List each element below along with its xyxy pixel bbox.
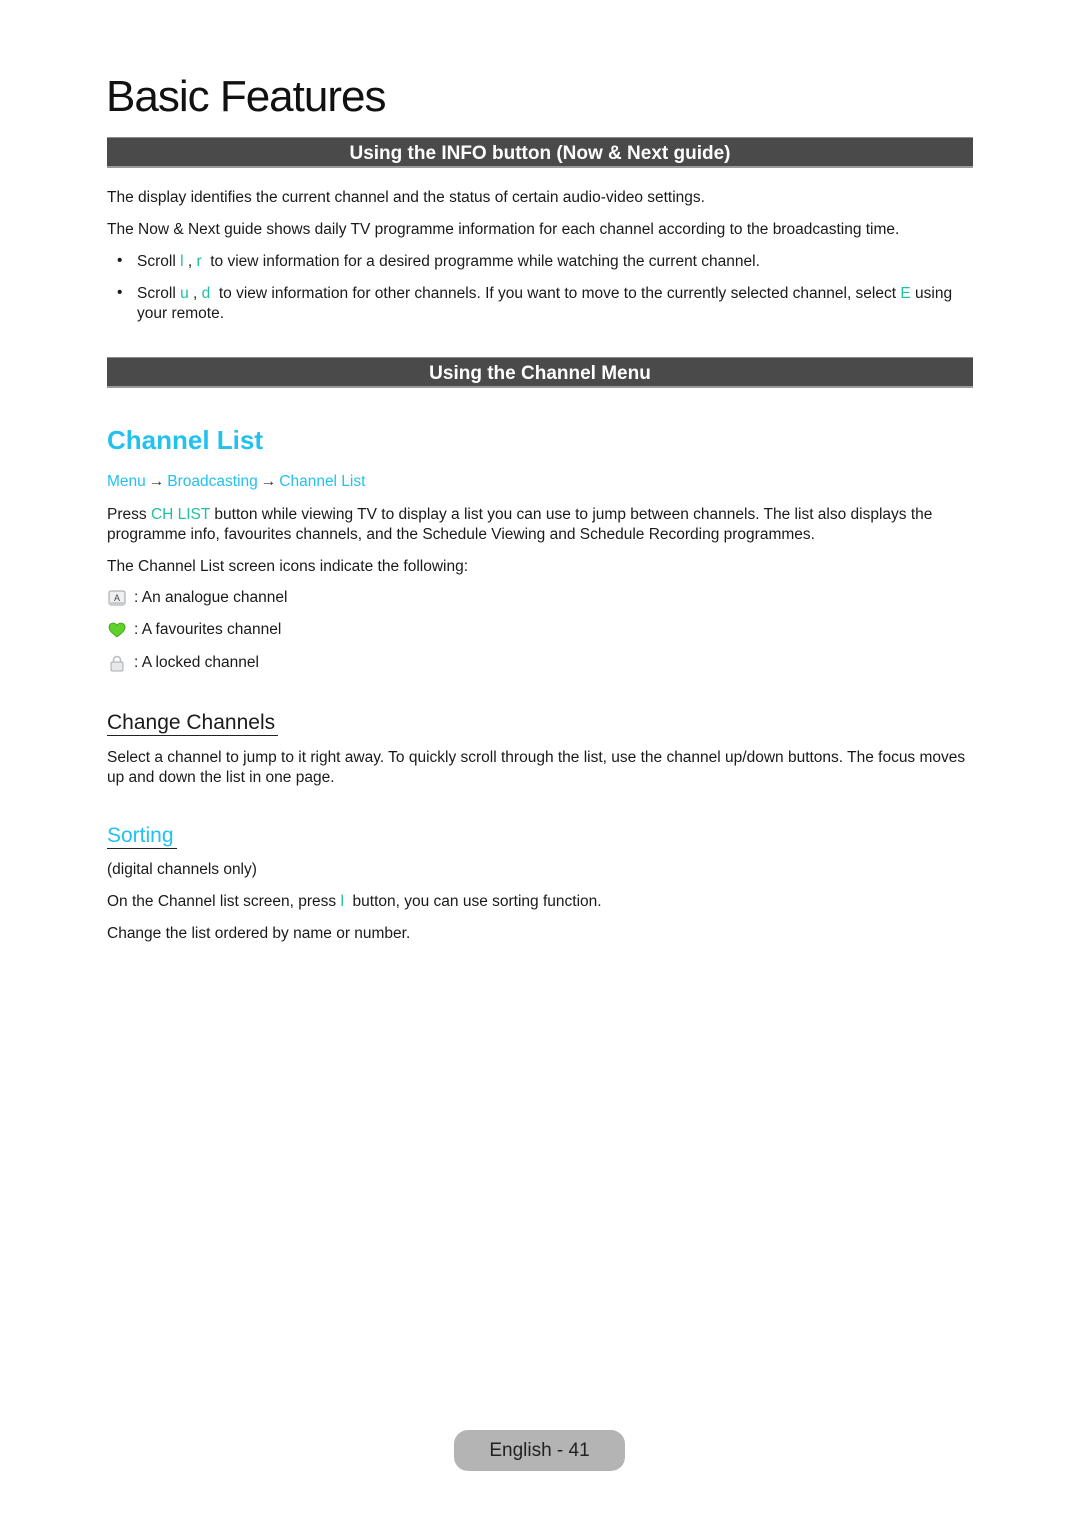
change-channels-heading: Change Channels [107, 711, 279, 736]
page-number-badge: English - 41 [454, 1430, 625, 1471]
separator: , [188, 285, 202, 302]
bullet-text: Scroll [137, 285, 181, 302]
icon-legend-label: : A favourites channel [134, 621, 282, 638]
lock-icon [108, 654, 126, 672]
text: Press [107, 506, 151, 523]
arrow-right-icon: → [260, 473, 277, 490]
icon-legend-label: : A locked channel [134, 654, 259, 671]
breadcrumb: Menu → Broadcasting → Channel List [107, 473, 365, 491]
text: On the Channel list screen, press [107, 893, 341, 910]
icon-legend-analogue: A : An analogue channel [108, 589, 287, 607]
svg-text:A: A [114, 593, 120, 603]
separator: , [183, 253, 197, 270]
icons-intro: The Channel List screen icons indicate t… [107, 558, 469, 575]
info-bullet-1: Scroll l , r to view information for a d… [137, 252, 977, 272]
page-title: Basic Features [106, 72, 386, 121]
info-paragraph-1: The display identifies the current chann… [107, 189, 705, 206]
bullet-text: Scroll [137, 253, 181, 270]
section-header-info: Using the INFO button (Now & Next guide) [107, 137, 973, 168]
bullet-text: to view information for other channels. … [210, 285, 901, 302]
channel-list-description: Press CH LIST button while viewing TV to… [107, 505, 977, 545]
sorting-line-2: Change the list ordered by name or numbe… [107, 925, 411, 942]
ch-list-key: CH LIST [150, 506, 211, 523]
arrow-right-icon: → [148, 473, 165, 490]
icon-legend-favourite: : A favourites channel [108, 621, 281, 639]
enter-key: E [900, 285, 911, 302]
up-key: u [180, 285, 189, 302]
sorting-heading: Sorting [107, 824, 177, 849]
channel-list-heading: Channel List [107, 425, 264, 455]
bullet-dot: • [117, 284, 123, 301]
heart-icon [108, 621, 126, 639]
breadcrumb-channel-list[interactable]: Channel List [279, 473, 365, 490]
icon-legend-locked: : A locked channel [108, 654, 259, 672]
analogue-icon: A [108, 589, 126, 607]
info-paragraph-2: The Now & Next guide shows daily TV prog… [107, 221, 900, 238]
icon-legend-label: : An analogue channel [134, 589, 288, 606]
section-header-channel-menu: Using the Channel Menu [107, 357, 973, 388]
bullet-dot: • [117, 252, 123, 269]
bullet-text: to view information for a desired progra… [201, 253, 760, 270]
text: button while viewing TV to display a lis… [107, 506, 933, 543]
text: button, you can use sorting function. [343, 893, 602, 910]
down-key: d [201, 285, 211, 302]
breadcrumb-menu[interactable]: Menu [107, 473, 146, 490]
breadcrumb-broadcasting[interactable]: Broadcasting [167, 473, 257, 490]
sorting-note: (digital channels only) [107, 861, 257, 878]
sorting-line-1: On the Channel list screen, press l butt… [107, 892, 977, 912]
change-channels-text: Select a channel to jump to it right awa… [107, 749, 966, 786]
info-bullet-2: Scroll u , d to view information for oth… [137, 284, 977, 324]
